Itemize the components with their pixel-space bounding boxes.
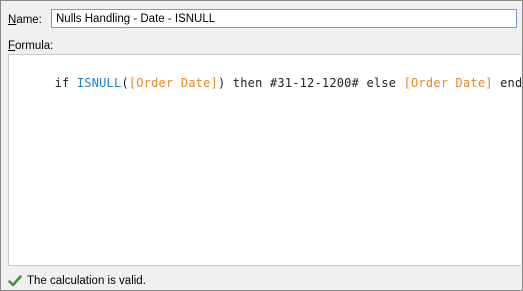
name-row: Name: <box>8 9 517 30</box>
code-token: end <box>492 76 521 90</box>
code-token: ) then #31-12-1200# else <box>217 76 404 90</box>
calculation-dialog: Name: Formula: if ISNULL([Order Date]) t… <box>0 0 523 291</box>
check-icon <box>8 274 22 288</box>
formula-label: Formula: <box>8 40 54 52</box>
calculation-name-input[interactable] <box>51 9 517 28</box>
code-token: if <box>54 76 77 90</box>
name-label: Name: <box>8 13 42 26</box>
code-token: ISNULL <box>76 76 122 90</box>
formula-code-line: if ISNULL([Order Date]) then #31-12-1200… <box>10 59 521 107</box>
formula-editor[interactable]: if ISNULL([Order Date]) then #31-12-1200… <box>8 54 521 266</box>
status-text: The calculation is valid. <box>27 275 146 287</box>
validation-status: The calculation is valid. <box>8 273 146 289</box>
code-token: [Order Date] <box>128 76 218 90</box>
code-token: [Order Date] <box>403 76 493 90</box>
code-token: ( <box>121 76 129 90</box>
